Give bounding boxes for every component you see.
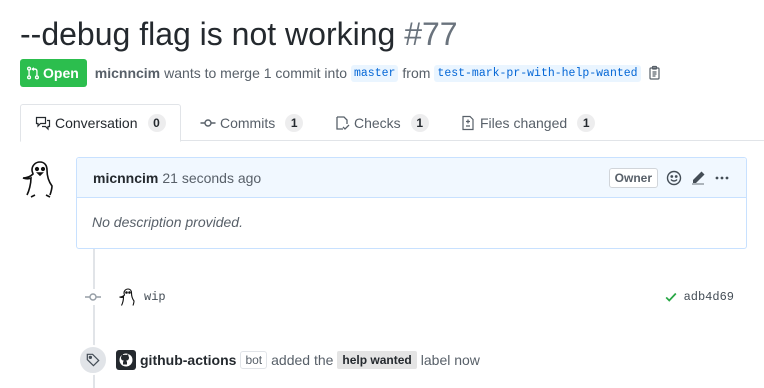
pr-state-badge: Open (20, 59, 87, 87)
clippy-icon (648, 65, 660, 80)
pr-title: --debug flag is not working (20, 16, 396, 52)
github-actions-avatar-icon[interactable] (116, 350, 136, 370)
comment-discussion-icon (35, 116, 51, 131)
pencil-icon[interactable] (690, 170, 706, 186)
check-icon[interactable] (664, 290, 678, 304)
pr-author-link[interactable]: micnncim (95, 65, 160, 81)
help-wanted-label[interactable]: help wanted (337, 351, 417, 369)
comment-timestamp[interactable]: 21 seconds ago (162, 170, 261, 186)
commit-message-link[interactable]: wip (144, 290, 166, 304)
comment-actions: Owner (608, 167, 730, 188)
tab-counter: 1 (410, 113, 429, 132)
tab-counter: 0 (147, 114, 166, 132)
event-badge (78, 345, 108, 375)
comment-body: No description provided. (92, 214, 243, 230)
file-diff-icon (462, 115, 474, 130)
tab-files-changed[interactable]: Files changed 1 (446, 104, 609, 141)
comment-header: micnncim 21 seconds ago Owner (77, 158, 746, 198)
penguin-avatar-icon (22, 161, 53, 198)
base-branch[interactable]: master (351, 64, 399, 82)
avatar[interactable] (20, 158, 60, 198)
tab-label: Conversation (55, 115, 138, 131)
smiley-icon[interactable] (666, 170, 682, 186)
tab-commits[interactable]: Commits 1 (186, 104, 317, 141)
from-text: from (402, 65, 431, 81)
tab-conversation[interactable]: Conversation 0 (20, 104, 181, 142)
pr-meta: Open micnncim wants to merge 1 commit in… (20, 59, 663, 87)
tab-label: Checks (354, 114, 401, 131)
pr-tabs: Conversation 0 Commits 1 Checks 1 Files … (20, 104, 764, 142)
tab-checks[interactable]: Checks 1 (320, 104, 443, 141)
pr-state-label: Open (43, 65, 79, 81)
pr-title-heading: --debug flag is not working #77 (20, 14, 458, 54)
merge-text: wants to merge 1 commit into (164, 65, 347, 81)
git-pull-request-icon (27, 66, 39, 80)
tag-icon (86, 353, 100, 367)
bot-label: bot (240, 351, 268, 369)
comment-box: micnncim 21 seconds ago Owner No descrip… (76, 157, 747, 249)
tab-label: Commits (220, 114, 276, 131)
owner-label: Owner (608, 167, 658, 188)
event-text-before: added the (271, 352, 334, 368)
head-branch[interactable]: test-mark-pr-with-help-wanted (434, 64, 641, 82)
commit-sha-link[interactable]: adb4d69 (684, 290, 734, 304)
kebab-horizontal-icon[interactable] (714, 170, 730, 186)
tab-counter: 1 (577, 113, 596, 132)
event-text-after: label now (420, 352, 480, 368)
penguin-avatar-icon[interactable] (118, 287, 138, 307)
event-actor-link[interactable]: github-actions (140, 352, 236, 368)
checklist-icon (336, 115, 350, 130)
commit-row: wip adb4d69 (84, 287, 734, 307)
label-event: github-actions bot added the help wanted… (78, 345, 484, 375)
copy-branch-button[interactable] (647, 65, 663, 81)
tab-label: Files changed (480, 114, 568, 131)
pr-number: #77 (404, 16, 458, 52)
comment-author-link[interactable]: micnncim (93, 170, 158, 186)
commit-right: adb4d69 (664, 290, 734, 304)
git-commit-icon (84, 289, 102, 305)
git-commit-icon (200, 118, 216, 127)
tab-counter: 1 (285, 113, 304, 132)
